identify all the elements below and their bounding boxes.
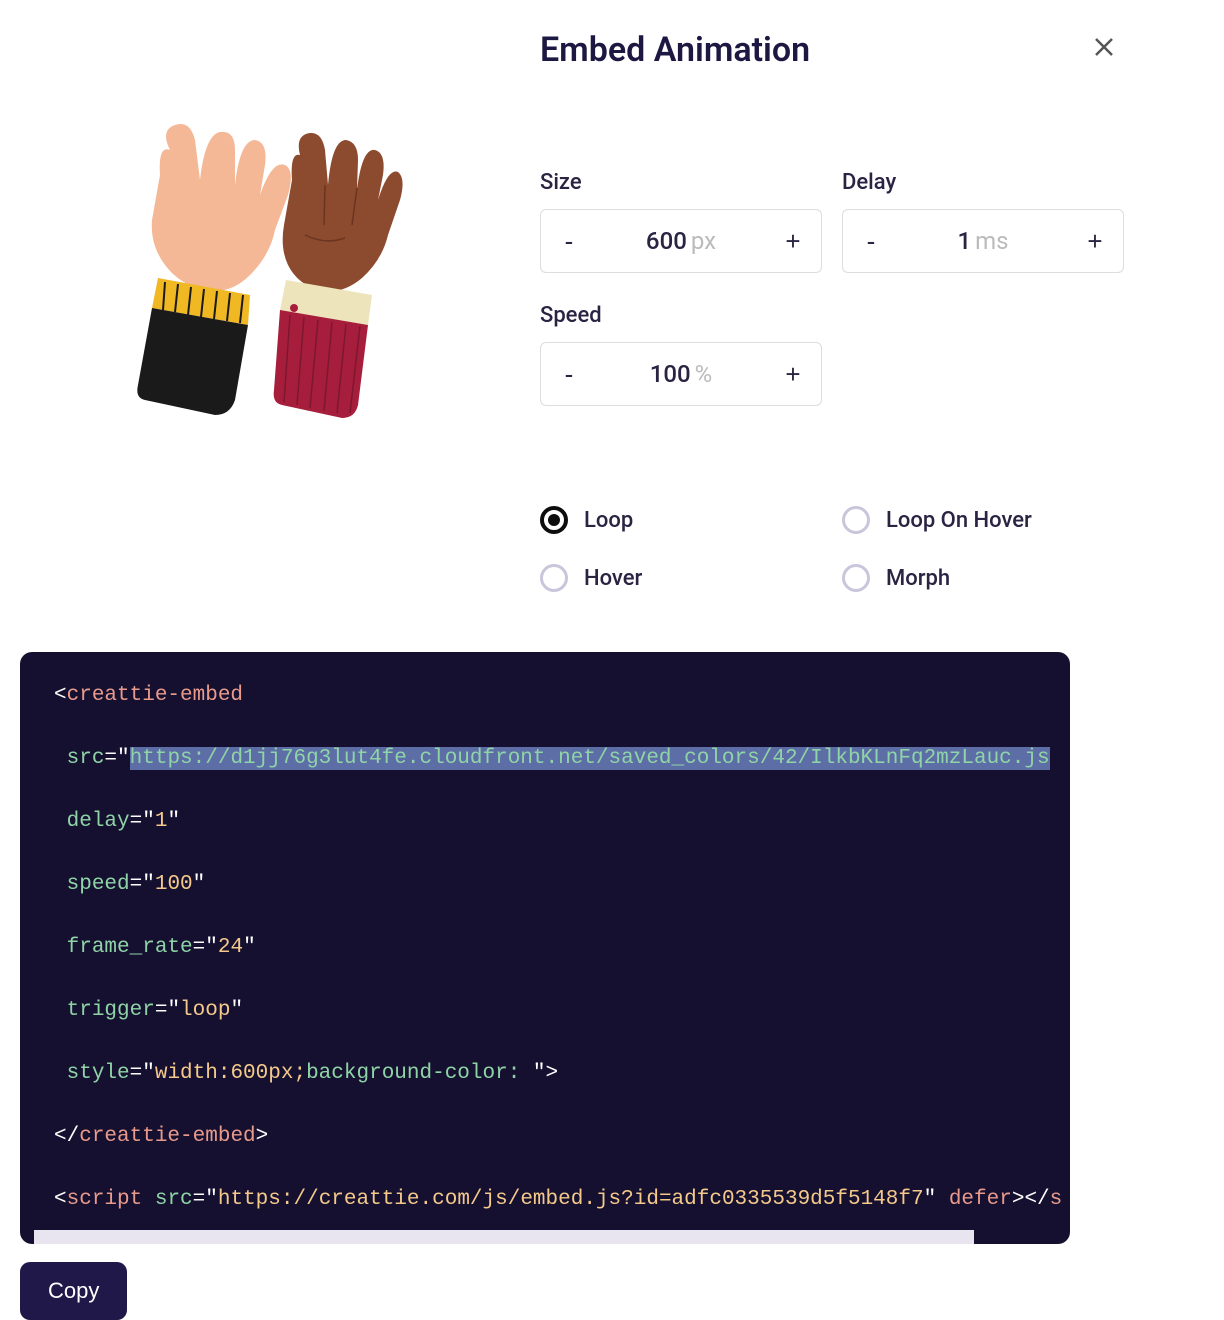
horizontal-scrollbar[interactable] xyxy=(34,1230,974,1244)
size-value: 600px xyxy=(597,227,765,255)
animation-preview xyxy=(20,30,500,592)
close-button[interactable] xyxy=(1084,30,1124,70)
radio-icon xyxy=(540,506,568,534)
trigger-morph[interactable]: Morph xyxy=(842,564,1124,592)
page-title: Embed Animation xyxy=(540,30,810,70)
trigger-loop[interactable]: Loop xyxy=(540,506,822,534)
copy-button[interactable]: Copy xyxy=(20,1262,127,1320)
size-stepper[interactable]: - 600px + xyxy=(540,209,822,273)
size-label: Size xyxy=(540,170,822,195)
speed-value: 100% xyxy=(597,360,765,388)
close-icon xyxy=(1092,35,1116,59)
delay-stepper[interactable]: - 1ms + xyxy=(842,209,1124,273)
high-five-illustration xyxy=(90,120,430,430)
trigger-hover[interactable]: Hover xyxy=(540,564,822,592)
speed-increment[interactable]: + xyxy=(765,343,821,405)
speed-decrement[interactable]: - xyxy=(541,343,597,405)
speed-stepper[interactable]: - 100% + xyxy=(540,342,822,406)
trigger-loop-on-hover[interactable]: Loop On Hover xyxy=(842,506,1124,534)
embed-code-block[interactable]: <creattie-embed src="https://d1jj76g3lut… xyxy=(20,652,1070,1244)
size-decrement[interactable]: - xyxy=(541,210,597,272)
delay-label: Delay xyxy=(842,170,1124,195)
size-increment[interactable]: + xyxy=(765,210,821,272)
radio-icon xyxy=(540,564,568,592)
speed-label: Speed xyxy=(540,303,822,328)
radio-icon xyxy=(842,506,870,534)
delay-increment[interactable]: + xyxy=(1067,210,1123,272)
radio-icon xyxy=(842,564,870,592)
delay-decrement[interactable]: - xyxy=(843,210,899,272)
delay-value: 1ms xyxy=(899,227,1067,255)
